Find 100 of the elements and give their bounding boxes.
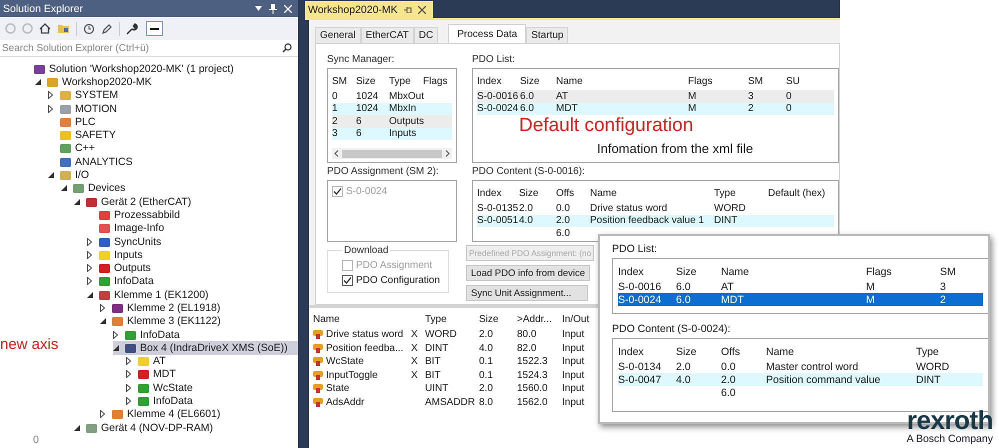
column-header[interactable]: Size bbox=[520, 76, 556, 86]
column-header[interactable]: Default (hex) bbox=[768, 188, 834, 198]
column-header[interactable]: Type bbox=[714, 188, 768, 198]
tree-item[interactable]: Klemme 4 (EL6601) bbox=[100, 408, 224, 422]
column-header[interactable]: Offs bbox=[556, 188, 590, 198]
column-header[interactable]: Size bbox=[356, 76, 389, 86]
collapsed-icon[interactable] bbox=[126, 384, 131, 392]
action-button[interactable]: Load PDO info from device bbox=[466, 265, 590, 281]
column-header[interactable]: Name bbox=[556, 76, 688, 86]
variable-name[interactable]: AdsAddr bbox=[313, 396, 411, 408]
expanded-icon[interactable] bbox=[35, 78, 41, 85]
tab[interactable]: Process Data bbox=[448, 24, 526, 43]
preview-toggle-icon[interactable] bbox=[146, 21, 163, 36]
variable-name[interactable]: Drive status word bbox=[313, 329, 411, 340]
table-row[interactable]: 0 1024 MbxOut bbox=[332, 90, 452, 102]
column-header[interactable]: Size bbox=[479, 314, 517, 324]
tree-item[interactable]: Devices bbox=[61, 182, 130, 195]
document-tab[interactable]: Workshop2020-MK bbox=[305, 1, 433, 18]
expanded-icon[interactable] bbox=[61, 185, 67, 192]
variable-name[interactable]: State bbox=[313, 383, 411, 394]
tab[interactable]: General bbox=[315, 27, 361, 43]
tree-item[interactable]: InfoData bbox=[113, 328, 184, 342]
checkbox[interactable]: PDO Configuration bbox=[342, 273, 440, 288]
pin-icon[interactable] bbox=[269, 4, 277, 14]
table-row[interactable]: S-0-0024 6.0 MDT M 2 bbox=[618, 293, 983, 306]
column-header[interactable]: Name bbox=[313, 314, 411, 324]
tree-item[interactable]: Klemme 1 (EK1200) bbox=[87, 288, 213, 302]
tree-item[interactable]: Workshop2020-MK bbox=[35, 75, 156, 89]
collapsed-icon[interactable] bbox=[87, 277, 92, 286]
expanded-icon[interactable] bbox=[100, 318, 106, 324]
tree-item[interactable]: WcState bbox=[126, 381, 197, 394]
table-row[interactable]: 3 6 Inputs bbox=[332, 128, 452, 140]
scroll-right-icon[interactable] bbox=[445, 150, 450, 157]
tree-item[interactable]: I/O bbox=[48, 168, 94, 182]
column-header[interactable]: SM bbox=[940, 266, 970, 278]
caret-icon[interactable] bbox=[255, 6, 262, 11]
tree-item[interactable]: SYSTEM bbox=[48, 88, 122, 102]
tree-item[interactable]: AT bbox=[126, 354, 170, 368]
table-row[interactable]: 2 6 Outputs bbox=[332, 115, 452, 128]
table-row[interactable]: S-0-0016 6.0 AT M 3 bbox=[618, 280, 983, 293]
variable-name[interactable]: InputToggle bbox=[313, 370, 411, 381]
column-header[interactable]: Type bbox=[389, 76, 423, 86]
column-header[interactable]: SM bbox=[332, 76, 356, 86]
table-row[interactable]: S-0-00514.0 2.0 Position feedback value 1 DINT bbox=[477, 214, 834, 227]
tree-item[interactable]: InfoData bbox=[126, 394, 197, 408]
column-header[interactable]: Name bbox=[721, 266, 866, 278]
tree-item[interactable]: Klemme 3 (EK1122) bbox=[100, 314, 225, 328]
expanded-icon[interactable] bbox=[74, 424, 80, 431]
column-header[interactable]: Type bbox=[425, 314, 479, 324]
column-header[interactable]: Index bbox=[618, 266, 676, 278]
tab[interactable]: Startup bbox=[526, 27, 568, 43]
column-header[interactable]: Size bbox=[676, 346, 721, 358]
collapsed-icon[interactable] bbox=[48, 91, 53, 100]
expanded-icon[interactable] bbox=[74, 198, 80, 205]
collapsed-icon[interactable] bbox=[87, 238, 92, 246]
column-header[interactable]: Flags bbox=[423, 76, 456, 86]
tree-item[interactable]: MOTION bbox=[48, 102, 121, 116]
tab[interactable]: DC bbox=[414, 27, 438, 43]
wrench-icon[interactable] bbox=[126, 22, 138, 34]
table-row[interactable]: 6.0 bbox=[477, 227, 590, 240]
tree-item[interactable]: Outputs bbox=[87, 261, 155, 275]
column-header[interactable]: Index bbox=[477, 188, 519, 198]
column-header[interactable]: Name bbox=[766, 346, 916, 358]
tree-item[interactable]: PLC bbox=[48, 115, 100, 128]
variable-name[interactable]: WcState bbox=[313, 356, 411, 368]
home-icon[interactable] bbox=[39, 23, 51, 34]
table-row[interactable]: S-0-0024 6.0 MDT M 2 0 bbox=[477, 102, 834, 115]
tree-item[interactable]: Image-Info bbox=[87, 222, 168, 235]
tree-item[interactable]: Klemme 2 (EL1918) bbox=[100, 301, 224, 315]
table-row[interactable]: S-0-0134 2.0 0.0 Master control word WORD bbox=[618, 360, 983, 373]
tree-item[interactable]: Gerät 4 (NOV-DP-RAM) bbox=[74, 421, 218, 434]
column-header[interactable]: >Addr... bbox=[517, 314, 562, 324]
column-header[interactable]: Flags bbox=[866, 266, 940, 278]
action-button[interactable]: Sync Unit Assignment... bbox=[466, 285, 588, 301]
column-header[interactable]: Size bbox=[676, 266, 721, 278]
table-row[interactable]: 1 1024 MbxIn bbox=[332, 102, 452, 115]
column-header[interactable]: Flags bbox=[688, 76, 748, 86]
collapsed-icon[interactable] bbox=[100, 410, 105, 418]
tree-item[interactable]: C++ bbox=[48, 142, 99, 156]
column-header[interactable]: Index bbox=[618, 346, 676, 358]
collapsed-icon[interactable] bbox=[87, 250, 92, 259]
tree-item[interactable]: ANALYTICS bbox=[48, 155, 137, 168]
table-row[interactable]: S-0-0047 4.0 2.0 Position command value DINT bbox=[618, 373, 983, 386]
collapsed-icon[interactable] bbox=[126, 370, 131, 378]
tree-item[interactable]: MDT bbox=[126, 368, 180, 382]
tree-item[interactable]: Box 4 (IndraDriveX XMS (SoE)) bbox=[113, 341, 298, 355]
column-header[interactable]: SM bbox=[748, 76, 786, 86]
pencil-icon[interactable] bbox=[101, 22, 113, 34]
tree-item[interactable]: Gerät 2 (EtherCAT) bbox=[74, 194, 196, 208]
table-row[interactable]: S-0-0016 6.0 AT M 3 0 bbox=[477, 90, 834, 102]
column-header[interactable]: Size bbox=[519, 188, 556, 198]
tree-item[interactable]: SAFETY bbox=[48, 128, 120, 142]
tree-item[interactable]: Solution 'Workshop2020-MK' (1 project) bbox=[22, 62, 238, 76]
expanded-icon[interactable] bbox=[48, 172, 54, 178]
tree-item[interactable]: SyncUnits bbox=[87, 234, 166, 248]
search-field[interactable]: Search Solution Explorer (Ctrl+ü) bbox=[2, 42, 282, 54]
tree-item[interactable]: Inputs bbox=[87, 248, 147, 262]
column-header[interactable]: SU bbox=[786, 76, 816, 86]
column-header[interactable]: Offs bbox=[721, 346, 766, 358]
collapsed-icon[interactable] bbox=[48, 104, 53, 113]
